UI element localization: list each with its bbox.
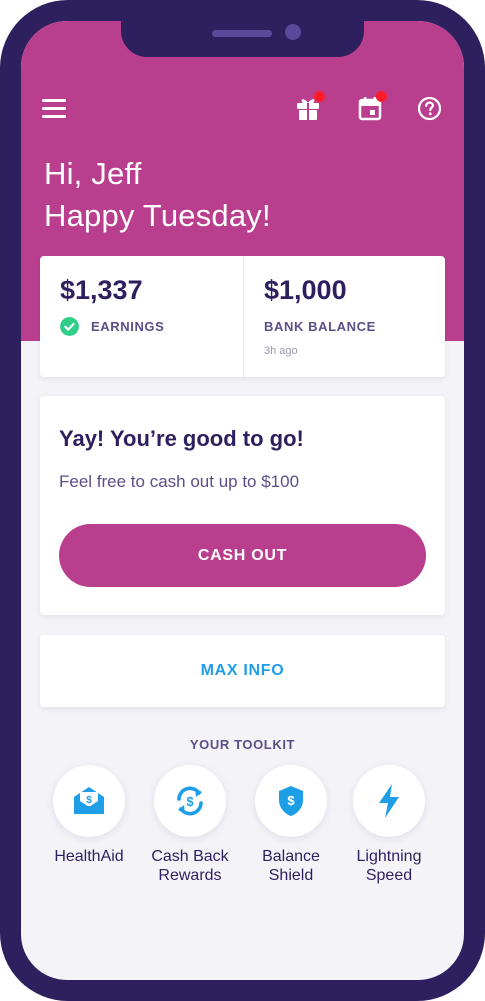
bank-balance-column: $1,000 BANK BALANCE 3h ago bbox=[243, 256, 446, 377]
check-circle-icon bbox=[60, 317, 79, 336]
gift-notification-dot bbox=[314, 91, 325, 102]
greeting-day: Happy Tuesday! bbox=[44, 198, 271, 233]
calendar-button[interactable] bbox=[357, 91, 387, 121]
earnings-column: $1,337 EARNINGS bbox=[40, 256, 242, 377]
earnings-label: EARNINGS bbox=[91, 319, 165, 334]
toolkit-icon-circle bbox=[353, 765, 425, 837]
toolkit-label: Lightning Speed bbox=[329, 847, 449, 885]
shield-dollar-icon: $ bbox=[279, 786, 303, 816]
toolkit-icon-circle: $ bbox=[53, 765, 125, 837]
svg-text:$: $ bbox=[86, 795, 92, 806]
bank-balance-label: BANK BALANCE bbox=[264, 319, 376, 334]
cashout-title: Yay! You’re good to go! bbox=[59, 426, 304, 451]
phone-frame: Hi, Jeff Happy Tuesday! $1,337 EARNINGS … bbox=[0, 0, 485, 1001]
toolkit-icon-circle: $ bbox=[154, 765, 226, 837]
greeting-name: Hi, Jeff bbox=[44, 156, 142, 191]
help-button[interactable] bbox=[417, 96, 442, 121]
calendar-notification-dot bbox=[376, 91, 387, 102]
max-info-button[interactable]: MAX INFO bbox=[40, 635, 445, 707]
speaker-grille bbox=[212, 30, 272, 37]
lightning-icon bbox=[379, 784, 399, 818]
svg-text:$: $ bbox=[287, 793, 295, 808]
bank-balance-amount: $1,000 bbox=[264, 275, 347, 305]
device-notch bbox=[121, 21, 364, 57]
earnings-amount: $1,337 bbox=[60, 275, 143, 305]
greeting: Hi, Jeff Happy Tuesday! bbox=[44, 153, 271, 237]
balance-card: $1,337 EARNINGS $1,000 BANK BALANCE 3h a… bbox=[40, 256, 445, 377]
help-icon bbox=[417, 96, 442, 121]
menu-icon[interactable] bbox=[42, 99, 66, 118]
toolkit-label-line2: Speed bbox=[365, 867, 413, 884]
toolkit-heading: YOUR TOOLKIT bbox=[189, 737, 296, 752]
cashout-subtitle: Feel free to cash out up to $100 bbox=[59, 472, 300, 491]
app-screen: Hi, Jeff Happy Tuesday! $1,337 EARNINGS … bbox=[21, 21, 464, 980]
envelope-dollar-icon: $ bbox=[74, 787, 104, 814]
refresh-dollar-icon: $ bbox=[177, 786, 203, 816]
cash-out-button[interactable]: CASH OUT bbox=[59, 524, 426, 587]
front-camera bbox=[285, 24, 301, 40]
toolkit-label-line1: Lightning bbox=[356, 848, 422, 865]
svg-text:$: $ bbox=[186, 794, 194, 809]
bank-balance-updated: 3h ago bbox=[264, 345, 298, 357]
cashout-card: Yay! You’re good to go! Feel free to cas… bbox=[40, 396, 445, 615]
gift-button[interactable] bbox=[295, 91, 325, 121]
toolkit-icon-circle: $ bbox=[255, 765, 327, 837]
